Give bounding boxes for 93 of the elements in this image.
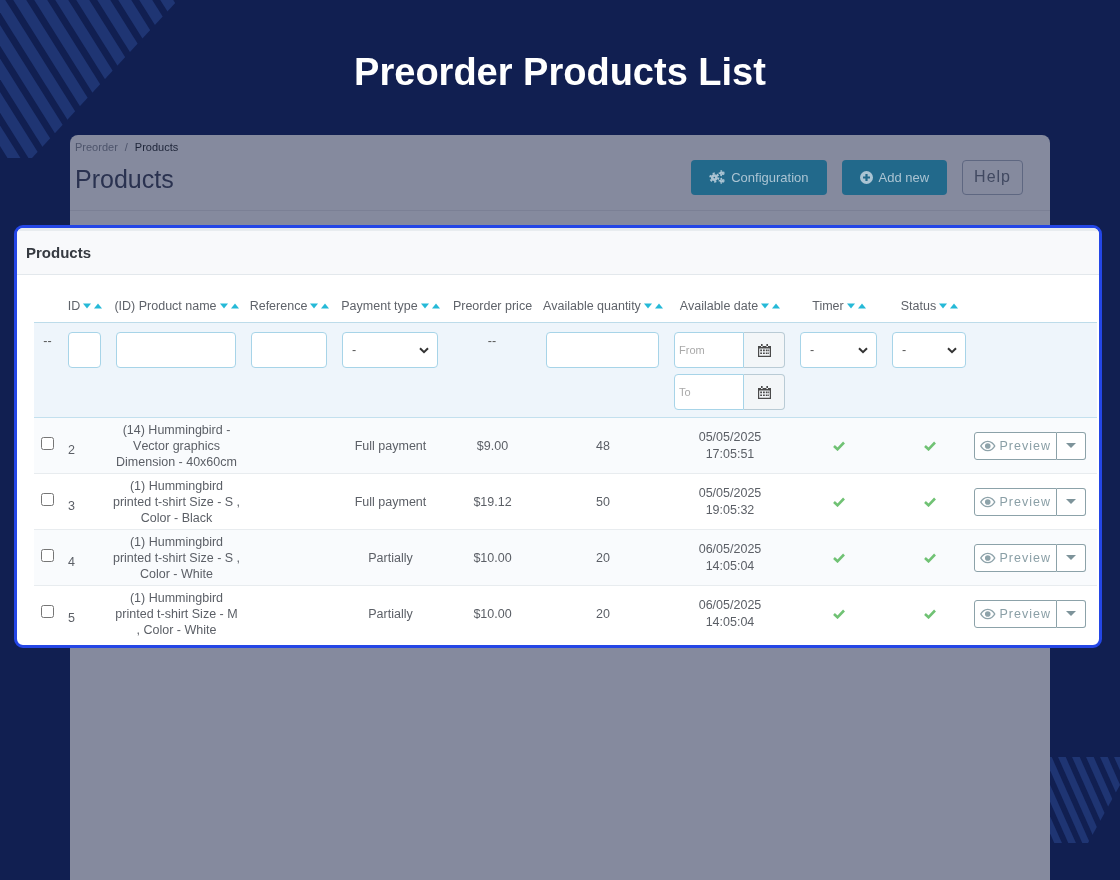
- product-name: (1) Hummingbird printed t-shirt Size - S , Color - Black: [112, 477, 241, 526]
- column-header: Timer: [812, 298, 844, 313]
- row-checkbox[interactable]: [41, 605, 54, 619]
- date-text: 05/05/2025: [697, 428, 763, 446]
- caret-icon: [1066, 611, 1076, 617]
- column-header: Status: [900, 298, 937, 313]
- payment-type-text: Partially: [368, 550, 413, 565]
- calendar-button[interactable]: [744, 332, 785, 368]
- product-name: (1) Hummingbird printed t-shirt Size - S , Color - White: [112, 533, 241, 582]
- admin-page-title: Products: [75, 164, 174, 194]
- payment-type-text: Full payment: [354, 438, 427, 453]
- id-text: 3: [68, 498, 75, 513]
- dropdown-toggle-button[interactable]: [1057, 431, 1086, 460]
- dropdown-toggle-button[interactable]: [1057, 543, 1086, 572]
- filter-field[interactable]: [116, 332, 236, 368]
- breadcrumb-separator: /: [124, 140, 128, 154]
- date-from-field[interactable]: From: [674, 332, 744, 368]
- row-checkbox[interactable]: [41, 549, 54, 562]
- sort-icon[interactable]: [310, 302, 330, 309]
- sort-icon[interactable]: [643, 302, 663, 309]
- chevron-down-icon: [419, 346, 429, 354]
- configuration-button[interactable]: Configuration: [691, 159, 827, 195]
- gears-icon: [709, 170, 726, 184]
- panel-title: Products: [26, 244, 91, 261]
- calendar-button[interactable]: [744, 374, 785, 410]
- quantity-text: 48: [596, 438, 610, 453]
- column-header: Available quantity: [543, 298, 641, 313]
- chevron-down-icon: [858, 346, 868, 354]
- filter-select[interactable]: -: [800, 332, 877, 368]
- payment-type-text: Partially: [368, 606, 413, 621]
- time-text: 14:05:04: [704, 557, 756, 575]
- date-text: 05/05/2025: [697, 484, 763, 502]
- calendar-icon: [757, 385, 771, 399]
- help-button[interactable]: Help: [962, 159, 1023, 195]
- preview-button[interactable]: Preview: [974, 431, 1057, 460]
- eye-icon: [980, 495, 996, 508]
- preview-button[interactable]: Preview: [974, 487, 1057, 516]
- filter-field[interactable]: [68, 332, 101, 368]
- sort-icon[interactable]: [846, 302, 866, 309]
- eye-icon: [980, 439, 996, 452]
- calendar-icon: [757, 343, 771, 357]
- empty-filter-text: --: [43, 333, 52, 350]
- price-text: $10.00: [473, 550, 512, 565]
- preview-button[interactable]: Preview: [974, 599, 1057, 628]
- time-text: 19:05:32: [704, 501, 756, 519]
- date-text: 06/05/2025: [697, 596, 763, 614]
- product-name: (14) Hummingbird - Vector graphics Dimension - 40x60cm: [115, 421, 238, 470]
- quantity-text: 50: [596, 494, 610, 509]
- column-header: Payment type: [341, 298, 418, 313]
- product-name: (1) Hummingbird printed t-shirt Size - M , Color - White: [114, 589, 239, 638]
- sort-icon[interactable]: [939, 302, 959, 309]
- dropdown-toggle-button[interactable]: [1057, 487, 1086, 516]
- breadcrumb-current: Products: [134, 140, 179, 154]
- price-text: $10.00: [473, 606, 512, 621]
- add-new-button[interactable]: Add new: [841, 159, 948, 195]
- caret-icon: [1066, 499, 1076, 504]
- date-to-field[interactable]: To: [674, 374, 744, 410]
- id-text: 5: [68, 610, 75, 625]
- breadcrumb-link[interactable]: Preorder: [75, 140, 118, 154]
- column-header: Available date: [679, 298, 759, 313]
- dropdown-toggle-button[interactable]: [1057, 599, 1086, 628]
- row-checkbox[interactable]: [41, 437, 54, 450]
- payment-type-text: Full payment: [354, 494, 427, 509]
- column-header: Reference: [249, 298, 308, 313]
- sort-icon[interactable]: [219, 302, 239, 309]
- row-checkbox[interactable]: [41, 493, 54, 506]
- time-text: 14:05:04: [704, 613, 756, 631]
- caret-icon: [1066, 443, 1076, 448]
- quantity-text: 20: [596, 550, 610, 565]
- date-text: 06/05/2025: [697, 540, 763, 558]
- id-text: 4: [68, 554, 75, 569]
- time-text: 17:05:51: [704, 445, 756, 463]
- chevron-down-icon: [947, 346, 957, 354]
- column-header: (ID) Product name: [114, 298, 217, 313]
- caret-icon: [1066, 555, 1076, 560]
- filter-field[interactable]: [251, 332, 327, 368]
- sort-icon[interactable]: [420, 302, 440, 309]
- filter-select[interactable]: -: [892, 332, 966, 368]
- sort-icon[interactable]: [83, 302, 103, 309]
- sort-icon[interactable]: [761, 302, 781, 309]
- column-header: Preorder price: [452, 298, 533, 313]
- filter-field[interactable]: [546, 332, 659, 368]
- price-text: $9.00: [476, 438, 509, 453]
- column-header: ID: [67, 298, 81, 313]
- eye-icon: [980, 607, 996, 620]
- empty-filter-text: --: [487, 333, 497, 350]
- quantity-text: 20: [596, 606, 610, 621]
- eye-icon: [980, 551, 996, 564]
- id-text: 2: [68, 442, 75, 457]
- filter-select[interactable]: -: [342, 332, 438, 368]
- page-title: Preorder Products List: [354, 50, 766, 95]
- preview-button[interactable]: Preview: [974, 543, 1057, 572]
- price-text: $19.12: [473, 494, 512, 509]
